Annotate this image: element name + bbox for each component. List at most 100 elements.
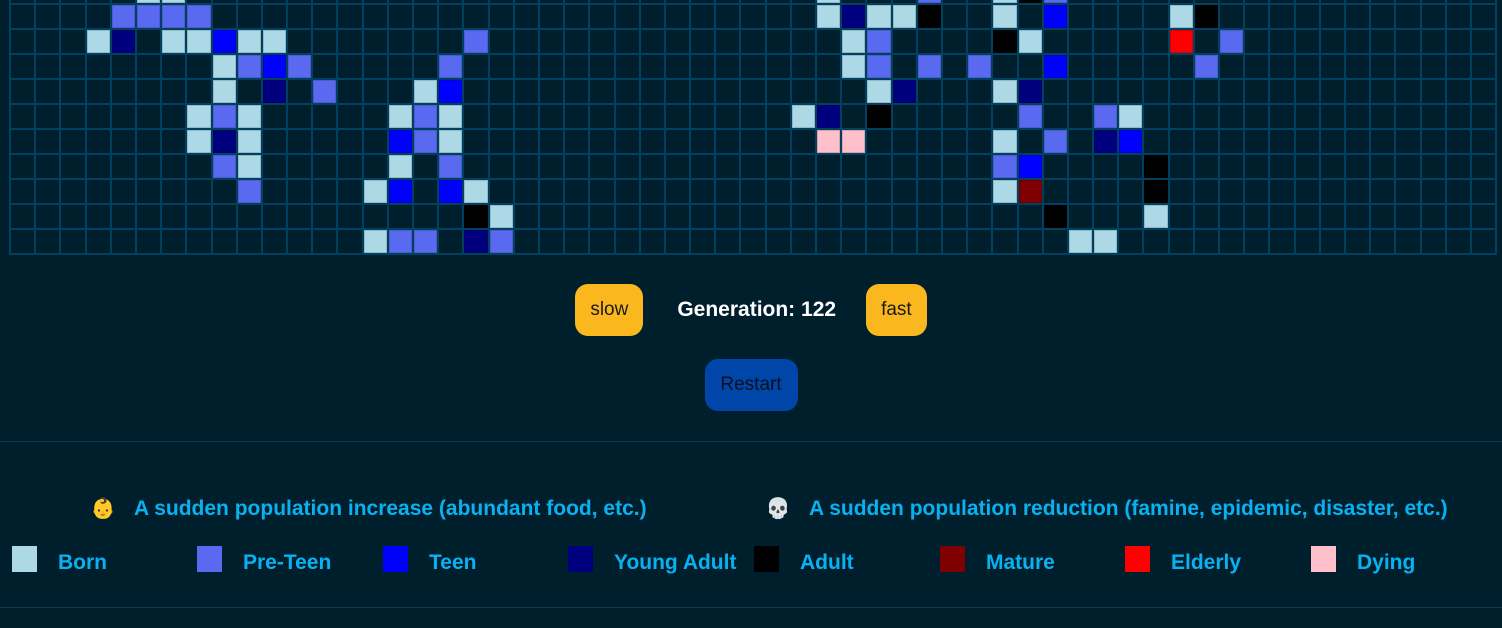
grid-cell[interactable] bbox=[9, 3, 35, 28]
grid-cell[interactable] bbox=[890, 103, 916, 128]
population-grid[interactable] bbox=[9, 0, 1498, 255]
grid-cell[interactable] bbox=[386, 28, 412, 53]
grid-cell[interactable] bbox=[412, 153, 438, 178]
grid-cell[interactable] bbox=[1419, 78, 1445, 103]
grid-cell[interactable] bbox=[1167, 178, 1193, 203]
grid-cell[interactable] bbox=[512, 178, 538, 203]
grid-cell[interactable] bbox=[1041, 28, 1067, 53]
grid-cell[interactable] bbox=[1444, 78, 1470, 103]
grid-cell[interactable] bbox=[1343, 78, 1370, 103]
grid-cell[interactable] bbox=[563, 228, 589, 253]
grid-cell[interactable] bbox=[160, 228, 186, 253]
grid-cell[interactable] bbox=[1343, 53, 1370, 78]
grid-cell[interactable] bbox=[34, 78, 60, 103]
grid-cell[interactable] bbox=[260, 228, 287, 253]
grid-cell[interactable] bbox=[9, 203, 35, 228]
grid-cell[interactable] bbox=[1268, 103, 1294, 128]
grid-cell[interactable] bbox=[1192, 128, 1218, 153]
grid-cell[interactable] bbox=[689, 153, 715, 178]
grid-cell[interactable] bbox=[336, 153, 362, 178]
grid-cell[interactable] bbox=[260, 103, 287, 128]
grid-cell[interactable] bbox=[84, 53, 110, 78]
grid-cell[interactable] bbox=[1066, 78, 1093, 103]
grid-cell-teen[interactable] bbox=[1117, 128, 1143, 153]
grid-cell[interactable] bbox=[714, 103, 740, 128]
grid-cell[interactable] bbox=[1117, 3, 1143, 28]
grid-cell[interactable] bbox=[966, 78, 992, 103]
grid-cell[interactable] bbox=[739, 128, 765, 153]
grid-cell[interactable] bbox=[815, 228, 841, 253]
grid-cell[interactable] bbox=[336, 228, 362, 253]
grid-cell[interactable] bbox=[764, 228, 790, 253]
grid-cell[interactable] bbox=[386, 203, 412, 228]
grid-cell-preteen[interactable] bbox=[386, 228, 412, 253]
grid-cell[interactable] bbox=[185, 153, 211, 178]
grid-cell[interactable] bbox=[160, 153, 186, 178]
grid-cell[interactable] bbox=[59, 178, 85, 203]
grid-cell[interactable] bbox=[840, 153, 866, 178]
grid-cell[interactable] bbox=[789, 28, 815, 53]
grid-cell[interactable] bbox=[1343, 128, 1370, 153]
grid-cell[interactable] bbox=[437, 203, 463, 228]
grid-cell[interactable] bbox=[134, 28, 161, 53]
grid-cell[interactable] bbox=[286, 203, 312, 228]
grid-cell-preteen[interactable] bbox=[311, 78, 337, 103]
grid-cell[interactable] bbox=[1268, 178, 1294, 203]
grid-cell[interactable] bbox=[1419, 128, 1445, 153]
grid-cell[interactable] bbox=[1041, 78, 1067, 103]
grid-cell[interactable] bbox=[1092, 203, 1118, 228]
grid-cell[interactable] bbox=[1318, 3, 1344, 28]
grid-cell-preteen[interactable] bbox=[412, 103, 438, 128]
grid-cell[interactable] bbox=[487, 103, 513, 128]
grid-cell[interactable] bbox=[789, 78, 815, 103]
grid-cell[interactable] bbox=[1343, 103, 1370, 128]
grid-cell[interactable] bbox=[1268, 78, 1294, 103]
grid-cell[interactable] bbox=[412, 203, 438, 228]
grid-cell[interactable] bbox=[286, 103, 312, 128]
grid-cell[interactable] bbox=[134, 203, 161, 228]
grid-cell[interactable] bbox=[840, 228, 866, 253]
grid-cell[interactable] bbox=[940, 228, 967, 253]
grid-cell-adult[interactable] bbox=[1142, 153, 1168, 178]
grid-cell[interactable] bbox=[1318, 178, 1344, 203]
grid-cell[interactable] bbox=[1218, 178, 1244, 203]
grid-cell[interactable] bbox=[563, 78, 589, 103]
grid-cell[interactable] bbox=[34, 153, 60, 178]
grid-cell[interactable] bbox=[84, 228, 110, 253]
grid-cell[interactable] bbox=[1218, 78, 1244, 103]
grid-cell[interactable] bbox=[638, 153, 664, 178]
grid-cell[interactable] bbox=[1016, 53, 1042, 78]
grid-cell[interactable] bbox=[1016, 3, 1042, 28]
grid-cell[interactable] bbox=[940, 178, 967, 203]
grid-cell[interactable] bbox=[1167, 78, 1193, 103]
baby-icon[interactable]: 👶 bbox=[90, 496, 116, 521]
grid-cell[interactable] bbox=[764, 53, 790, 78]
grid-cell[interactable] bbox=[663, 203, 690, 228]
grid-cell[interactable] bbox=[487, 3, 513, 28]
grid-cell[interactable] bbox=[1318, 78, 1344, 103]
grid-cell[interactable] bbox=[286, 28, 312, 53]
grid-cell[interactable] bbox=[638, 3, 664, 28]
grid-cell[interactable] bbox=[714, 178, 740, 203]
grid-cell[interactable] bbox=[663, 78, 690, 103]
grid-cell[interactable] bbox=[1268, 28, 1294, 53]
grid-cell-born[interactable] bbox=[865, 78, 891, 103]
grid-cell[interactable] bbox=[1394, 28, 1420, 53]
grid-cell[interactable] bbox=[1192, 103, 1218, 128]
grid-cell[interactable] bbox=[462, 153, 488, 178]
grid-cell[interactable] bbox=[487, 78, 513, 103]
grid-cell[interactable] bbox=[815, 28, 841, 53]
grid-cell[interactable] bbox=[890, 53, 916, 78]
grid-cell[interactable] bbox=[1268, 153, 1294, 178]
grid-cell-born[interactable] bbox=[890, 3, 916, 28]
grid-cell[interactable] bbox=[1469, 128, 1496, 153]
grid-cell[interactable] bbox=[739, 53, 765, 78]
grid-cell[interactable] bbox=[84, 178, 110, 203]
grid-cell[interactable] bbox=[210, 3, 236, 28]
grid-cell[interactable] bbox=[588, 3, 614, 28]
grid-cell[interactable] bbox=[1419, 103, 1445, 128]
grid-cell-preteen[interactable] bbox=[134, 3, 161, 28]
grid-cell[interactable] bbox=[1318, 128, 1344, 153]
grid-cell-born[interactable] bbox=[361, 228, 387, 253]
grid-cell[interactable] bbox=[613, 53, 639, 78]
